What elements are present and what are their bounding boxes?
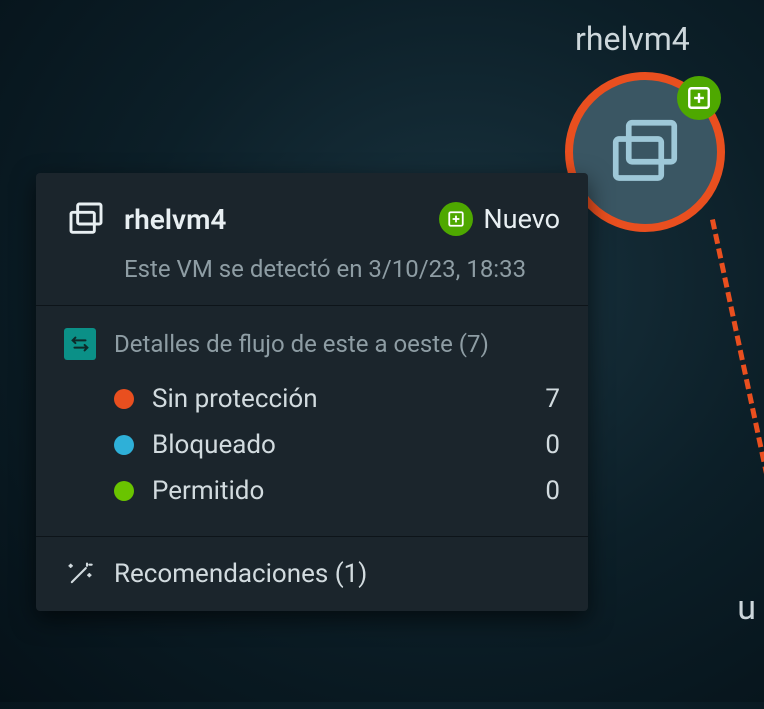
node-new-badge xyxy=(677,76,721,120)
recommendations-label: Recomendaciones (1) xyxy=(114,559,367,589)
flow-label: Sin protección xyxy=(152,384,512,414)
new-badge: Nuevo xyxy=(439,202,560,236)
vm-icon xyxy=(606,113,684,191)
flow-value: 0 xyxy=(530,430,560,460)
status-dot-green xyxy=(114,481,134,501)
flow-section[interactable]: Detalles de flujo de este a oeste (7) Si… xyxy=(36,306,588,537)
flow-value: 7 xyxy=(530,384,560,414)
plus-square-icon xyxy=(439,202,473,236)
vm-node[interactable] xyxy=(565,72,725,232)
flow-heading: Detalles de flujo de este a oeste (7) xyxy=(114,330,489,358)
status-dot-red xyxy=(114,389,134,409)
flow-list: Sin protección 7 Bloqueado 0 Permitido 0 xyxy=(114,376,560,514)
vm-icon xyxy=(64,197,108,241)
status-dot-blue xyxy=(114,435,134,455)
flow-row-allowed: Permitido 0 xyxy=(114,468,560,514)
connection-line xyxy=(710,219,764,709)
flow-label: Permitido xyxy=(152,476,512,506)
flow-row-blocked: Bloqueado 0 xyxy=(114,422,560,468)
recommendations-section[interactable]: Recomendaciones (1) xyxy=(36,537,588,611)
node-label: rhelvm4 xyxy=(575,20,690,58)
plus-square-icon xyxy=(686,85,712,111)
card-header: rhelvm4 Nuevo Este VM se detectó en 3/10… xyxy=(36,173,588,306)
new-badge-text: Nuevo xyxy=(483,203,560,235)
flow-value: 0 xyxy=(530,476,560,506)
wand-icon xyxy=(64,560,96,588)
card-subtitle: Este VM se detectó en 3/10/23, 18:33 xyxy=(124,255,560,283)
flow-row-unprotected: Sin protección 7 xyxy=(114,376,560,422)
flow-icon xyxy=(64,328,96,360)
flow-label: Bloqueado xyxy=(152,430,512,460)
stray-text: u xyxy=(737,588,756,628)
card-title: rhelvm4 xyxy=(124,203,423,236)
vm-info-card: rhelvm4 Nuevo Este VM se detectó en 3/10… xyxy=(36,173,588,611)
